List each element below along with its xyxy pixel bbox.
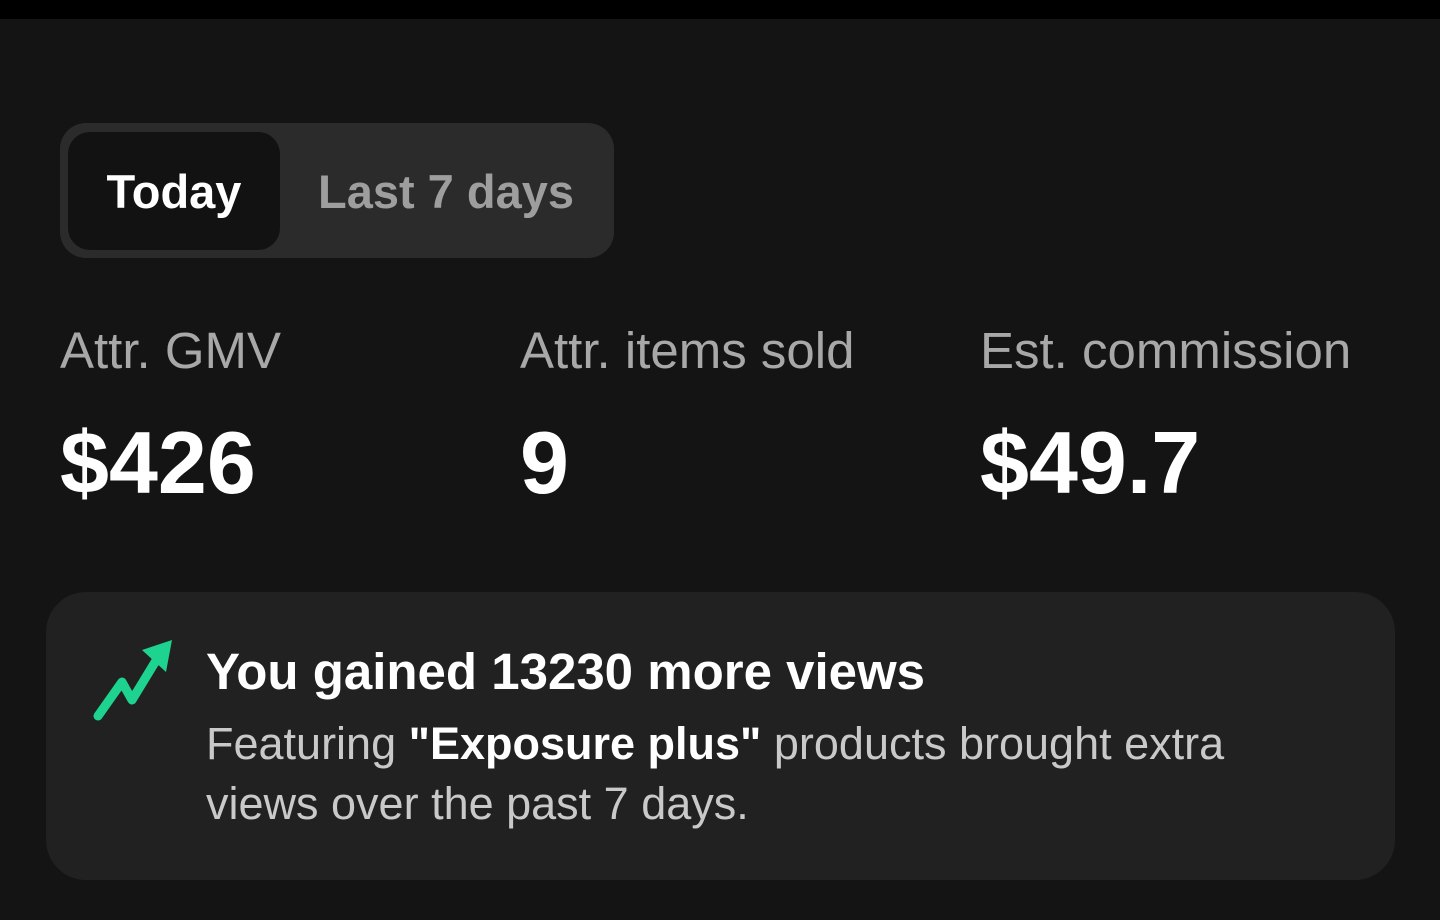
banner-title: You gained 13230 more views: [206, 643, 926, 700]
metric-attr-gmv: Attr. GMV $426: [60, 321, 281, 511]
metric-label: Attr. GMV: [60, 322, 282, 379]
metric-label: Attr. items sold: [520, 322, 855, 379]
banner-description: Featuring "Exposure plus" products broug…: [206, 714, 1336, 834]
trending-up-icon: [93, 640, 172, 721]
top-strip: [0, 0, 1440, 19]
metric-est-commission: Est. commission $49.7: [980, 321, 1351, 511]
metric-attr-items-sold: Attr. items sold 9: [520, 321, 854, 511]
metric-label: Est. commission: [980, 322, 1352, 379]
tab-today[interactable]: Today: [68, 132, 280, 250]
banner-desc-highlight: "Exposure plus": [408, 718, 762, 769]
date-range-toggle: Today Last 7 days: [60, 123, 614, 258]
metric-value: 9: [520, 413, 569, 512]
views-gained-banner[interactable]: You gained 13230 more views Featuring "E…: [46, 592, 1395, 880]
tab-last-7-days[interactable]: Last 7 days: [296, 132, 596, 250]
metric-value: $426: [60, 413, 256, 512]
stats-panel: Today Last 7 days Attr. GMV $426 Attr. i…: [0, 19, 1440, 920]
banner-desc-prefix: Featuring: [206, 718, 409, 769]
metric-value: $49.7: [980, 413, 1201, 512]
